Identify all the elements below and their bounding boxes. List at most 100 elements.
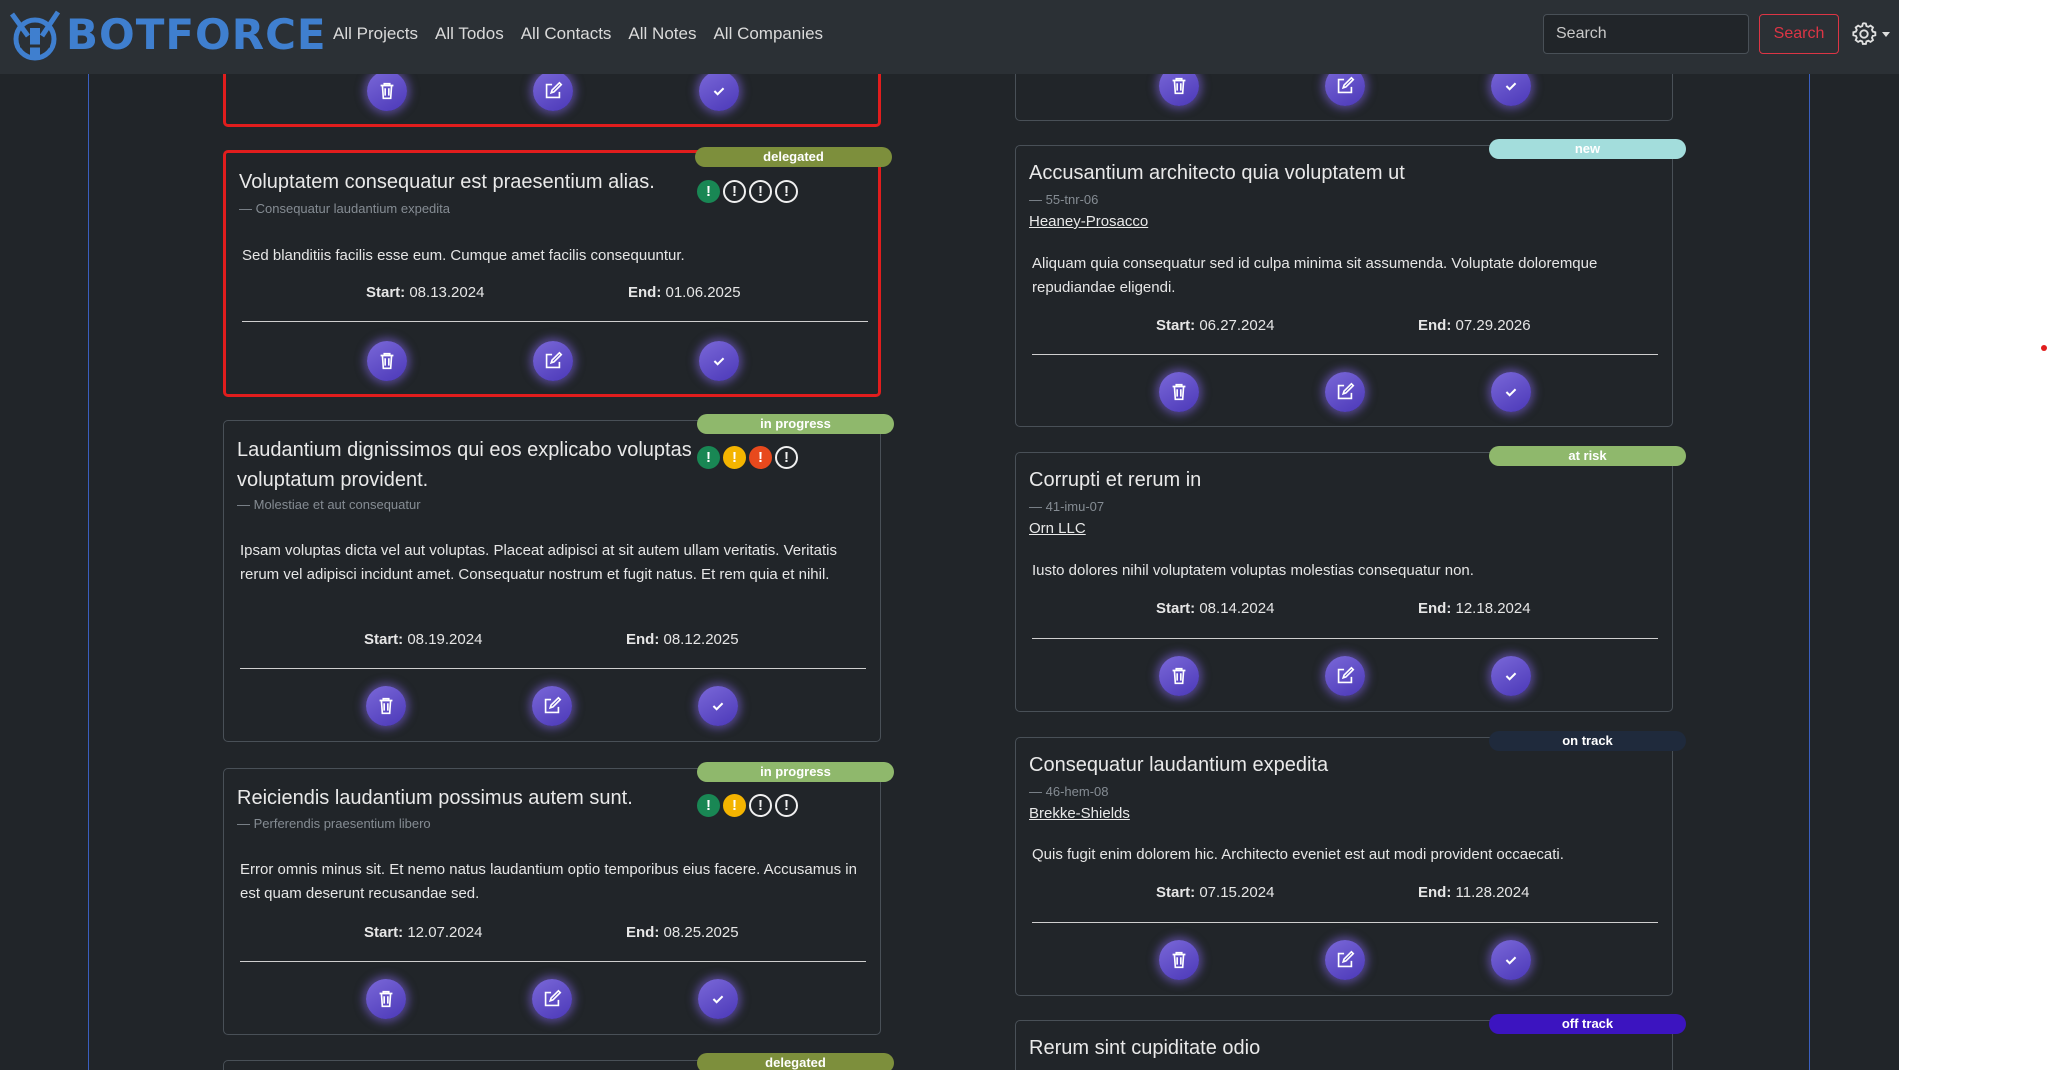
delete-button[interactable] [1159, 940, 1199, 980]
card-description: Iusto dolores nihil voluptatem voluptas … [1032, 562, 1474, 579]
chevron-down-icon [1882, 31, 1890, 37]
priority-icon: ! [775, 446, 798, 469]
status-badge: new [1489, 139, 1686, 159]
card-description: Ipsam voluptas dicta vel aut voluptas. P… [240, 542, 837, 583]
edit-button[interactable] [532, 686, 572, 726]
card-actions [224, 979, 880, 1019]
divider [240, 961, 866, 962]
logo[interactable]: BOTFORCE [6, 6, 327, 64]
complete-button[interactable] [699, 71, 739, 111]
check-icon [1505, 82, 1517, 91]
trash-icon [1172, 667, 1186, 685]
main-nav: All Projects All Todos All Contacts All … [333, 24, 840, 44]
status-badge: on track [1489, 731, 1686, 751]
end-date: End: 08.12.2025 [626, 631, 739, 648]
start-date: Start: 06.27.2024 [1156, 317, 1275, 334]
complete-button[interactable] [1491, 372, 1531, 412]
check-icon [712, 702, 724, 711]
trash-icon [380, 82, 394, 100]
complete-button[interactable] [698, 979, 738, 1019]
start-date: Start: 08.13.2024 [366, 284, 485, 301]
priority-icon: ! [697, 180, 720, 203]
check-icon [713, 357, 725, 366]
start-date: Start: 07.15.2024 [1156, 884, 1275, 901]
priority-icon: ! [775, 794, 798, 817]
trash-icon [379, 990, 393, 1008]
end-date: End: 08.25.2025 [626, 924, 739, 941]
container-border-right [1809, 74, 1810, 1070]
complete-button[interactable] [699, 341, 739, 381]
card-actions [1016, 372, 1672, 412]
delete-button[interactable] [367, 71, 407, 111]
todo-card[interactable]: Accusantium architecto quia voluptatem u… [1015, 145, 1673, 427]
priority-icon: ! [723, 794, 746, 817]
edit-button[interactable] [1325, 656, 1365, 696]
logo-mark-icon [9, 10, 61, 61]
priority-icon: ! [749, 446, 772, 469]
company-link[interactable]: Heaney-Prosacco [1029, 213, 1148, 230]
priority-indicator: ! ! ! ! [697, 446, 798, 469]
card-actions [226, 341, 878, 381]
nav-all-companies[interactable]: All Companies [713, 24, 823, 44]
edit-button[interactable] [1325, 940, 1365, 980]
complete-button[interactable] [1491, 940, 1531, 980]
delete-button[interactable] [1159, 656, 1199, 696]
nav-all-todos[interactable]: All Todos [435, 24, 504, 44]
check-icon [1505, 388, 1517, 397]
todo-card[interactable]: Consequatur laudantium expedita — 46-hem… [1015, 737, 1673, 996]
check-icon [1505, 956, 1517, 965]
card-description: Sed blanditiis facilis esse eum. Cumque … [242, 247, 685, 264]
divider [240, 668, 866, 669]
settings-dropdown[interactable] [1850, 20, 1890, 48]
todo-card[interactable]: Corrupti et rerum in — 41-imu-07 Orn LLC… [1015, 452, 1673, 712]
divider [242, 321, 868, 322]
trash-icon [380, 352, 394, 370]
status-badge: delegated [697, 1053, 894, 1070]
edit-icon [1337, 950, 1355, 968]
todo-card[interactable]: Laudantium dignissimos qui eos explicabo… [223, 420, 881, 742]
priority-icon: ! [749, 180, 772, 203]
delete-button[interactable] [1159, 372, 1199, 412]
delete-button[interactable] [366, 979, 406, 1019]
card-subtitle: — Perferendis praesentium libero [237, 816, 431, 831]
edit-icon [544, 989, 562, 1007]
todo-card[interactable]: Reiciendis laudantium possimus autem sun… [223, 768, 881, 1035]
complete-button[interactable] [1491, 656, 1531, 696]
todo-card[interactable]: Voluptatem consequatur est praesentium a… [223, 150, 881, 397]
card-description: Quis fugit enim dolorem hic. Architecto … [1032, 846, 1564, 863]
status-badge: in progress [697, 414, 894, 434]
company-link[interactable]: Orn LLC [1029, 520, 1086, 537]
indicator-dot [2041, 345, 2047, 351]
start-date: Start: 08.14.2024 [1156, 600, 1275, 617]
card-title: Voluptatem consequatur est praesentium a… [239, 171, 655, 193]
search-input[interactable] [1543, 14, 1749, 54]
edit-button[interactable] [532, 979, 572, 1019]
card-title: Reiciendis laudantium possimus autem sun… [237, 787, 633, 809]
container-border-left [88, 74, 89, 1070]
company-link[interactable]: Brekke-Shields [1029, 805, 1130, 822]
priority-indicator: ! ! ! ! [697, 794, 798, 817]
gear-icon [1852, 22, 1877, 45]
complete-button[interactable] [698, 686, 738, 726]
card-title: Accusantium architecto quia voluptatem u… [1029, 162, 1405, 184]
delete-button[interactable] [367, 341, 407, 381]
edit-icon [1337, 76, 1355, 94]
search-button[interactable]: Search [1759, 14, 1839, 54]
card-actions [1016, 940, 1672, 980]
priority-icon: ! [697, 794, 720, 817]
card-subtitle: — 46-hem-08 [1029, 784, 1109, 799]
edit-button[interactable] [1325, 372, 1365, 412]
edit-button[interactable] [533, 71, 573, 111]
delete-button[interactable] [366, 686, 406, 726]
card-actions [1016, 656, 1672, 696]
check-icon [1505, 672, 1517, 681]
priority-icon: ! [775, 180, 798, 203]
nav-all-notes[interactable]: All Notes [628, 24, 696, 44]
nav-all-contacts[interactable]: All Contacts [521, 24, 612, 44]
card-subtitle: — 55-tnr-06 [1029, 192, 1099, 207]
edit-icon [1337, 666, 1355, 684]
trash-icon [1172, 77, 1186, 95]
edit-button[interactable] [533, 341, 573, 381]
nav-all-projects[interactable]: All Projects [333, 24, 418, 44]
end-date: End: 07.29.2026 [1418, 317, 1531, 334]
